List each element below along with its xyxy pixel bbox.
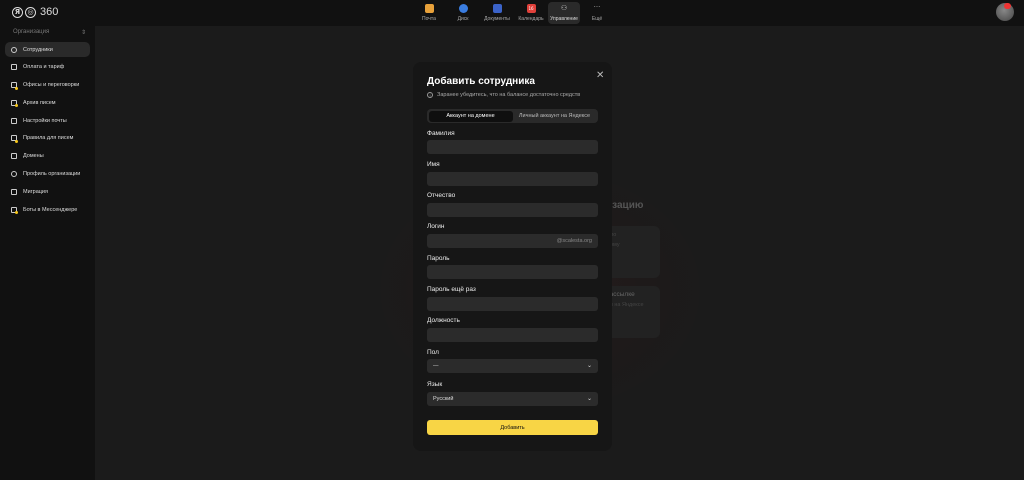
admin-app-icon: ⚇ (560, 4, 568, 12)
new-feature-dot (15, 139, 18, 143)
sidebar-item-label: Архив писем (23, 99, 56, 106)
sidebar-item-domains[interactable]: Домены (5, 149, 90, 164)
balance-hint-text: Заранее убедитесь, что на балансе достат… (437, 92, 581, 98)
mail-app-icon (424, 4, 434, 13)
sidebar-item-mail-rules[interactable]: Правила для писем (5, 131, 90, 146)
new-feature-dot (15, 211, 18, 215)
app-disk[interactable]: Диск (446, 2, 480, 24)
position-field[interactable] (427, 328, 598, 342)
app-calendar[interactable]: 16 Календарь (514, 2, 548, 24)
app-mail[interactable]: Почта (412, 2, 446, 24)
password-repeat-field[interactable] (427, 297, 598, 311)
app-more[interactable]: ··· Ещё (580, 2, 614, 24)
middle-name-label: Отчество (427, 192, 456, 199)
middle-name-field[interactable] (427, 203, 598, 217)
dialog-title: Добавить сотрудника (427, 76, 535, 87)
disk-app-icon (458, 4, 468, 13)
person-icon (11, 46, 17, 53)
documents-app-icon (492, 4, 502, 13)
sidebar-item-messenger-bots[interactable]: Боты в Мессенджере (5, 202, 90, 217)
info-icon: i (427, 92, 433, 98)
sidebar: Организация ⇕ Сотрудники Оплата и тариф … (0, 26, 95, 480)
sidebar-item-label: Оплата и тариф (23, 64, 65, 71)
sidebar-item-billing[interactable]: Оплата и тариф (5, 60, 90, 75)
gender-label: Пол (427, 349, 439, 356)
gender-select-value: — (433, 363, 439, 369)
sidebar-item-label: Сотрудники (23, 46, 53, 53)
new-feature-dot (15, 86, 18, 90)
last-name-label: Фамилия (427, 130, 455, 137)
add-employee-button[interactable]: Добавить (427, 420, 598, 435)
sidebar-item-label: Настройки почты (23, 117, 67, 124)
last-name-field[interactable] (427, 140, 598, 154)
app-documents-label: Документы (484, 16, 510, 22)
app-switcher: Почта Диск Документы 16 Календарь ⚇ Упра… (412, 2, 614, 24)
migration-icon (11, 188, 17, 195)
chevron-down-icon: ⌄ (586, 396, 592, 402)
password-label: Пароль (427, 255, 450, 262)
password-field[interactable] (427, 265, 598, 279)
yandex-360-logo[interactable]: Я ◎ 360 (12, 6, 58, 18)
chevron-down-icon: ⌄ (586, 363, 592, 369)
logo-mark-icon: ◎ (25, 6, 36, 18)
logo-text: 360 (40, 6, 59, 18)
sidebar-item-label: Боты в Мессенджере (23, 206, 78, 213)
language-select-value: Русский (433, 396, 454, 402)
position-label: Должность (427, 317, 460, 324)
sidebar-item-offices[interactable]: Офисы и переговорки (5, 78, 90, 93)
app-calendar-label: Календарь (518, 16, 544, 22)
first-name-field[interactable] (427, 172, 598, 186)
add-employee-dialog: Добавить сотрудника ✕ i Заранее убедитес… (413, 62, 612, 451)
grid-icon (11, 64, 17, 71)
password-repeat-label: Пароль ещё раз (427, 286, 476, 293)
login-domain-suffix: @scalesta.org (556, 238, 592, 244)
sidebar-item-label: Офисы и переговорки (23, 82, 80, 89)
language-label: Язык (427, 381, 443, 388)
app-more-label: Ещё (591, 16, 603, 22)
top-bar: Я ◎ 360 Почта Диск Документы 16 Календар… (0, 0, 1024, 26)
close-icon[interactable]: ✕ (596, 70, 604, 81)
app-admin-label: Управление (550, 16, 578, 22)
app-disk-label: Диск (457, 16, 469, 22)
sidebar-item-employees[interactable]: Сотрудники (5, 42, 90, 57)
language-select[interactable]: Русский ⌄ (427, 392, 598, 406)
sidebar-item-migration[interactable]: Миграция (5, 184, 90, 199)
segment-yandex-account[interactable]: Личный аккаунт на Яндексе (513, 111, 597, 122)
app-mail-label: Почта (422, 16, 436, 22)
account-type-switch: Аккаунт на домене Личный аккаунт на Янде… (427, 109, 598, 123)
sidebar-item-label: Домены (23, 153, 44, 160)
org-selector-label[interactable]: Организация (13, 29, 49, 35)
gender-select[interactable]: — ⌄ (427, 359, 598, 373)
login-label: Логин (427, 223, 445, 230)
sidebar-item-label: Миграция (23, 188, 48, 195)
domain-icon (11, 153, 17, 160)
segment-domain-account[interactable]: Аккаунт на домене (428, 110, 513, 122)
new-feature-dot (15, 104, 18, 108)
sidebar-item-mail-archive[interactable]: Архив писем (5, 95, 90, 110)
first-name-label: Имя (427, 161, 440, 168)
mail-settings-icon (11, 117, 17, 124)
calendar-day-badge: 16 (528, 6, 534, 11)
login-field[interactable]: @scalesta.org (427, 234, 598, 248)
sidebar-nav: Сотрудники Оплата и тариф Офисы и перего… (5, 42, 90, 220)
org-selector-chevron-icon[interactable]: ⇕ (81, 29, 86, 36)
more-dots-icon: ··· (593, 3, 601, 11)
sidebar-item-label: Правила для писем (23, 135, 74, 142)
logo-ya-icon: Я (12, 6, 23, 18)
app-documents[interactable]: Документы (480, 2, 514, 24)
calendar-app-icon: 16 (526, 4, 536, 13)
sidebar-item-label: Профиль организации (23, 171, 81, 178)
sidebar-item-org-profile[interactable]: Профиль организации (5, 167, 90, 182)
app-admin[interactable]: ⚇ Управление (548, 2, 580, 24)
sidebar-item-mail-settings[interactable]: Настройки почты (5, 113, 90, 128)
balance-hint: i Заранее убедитесь, что на балансе дост… (427, 92, 580, 98)
gear-icon (11, 171, 17, 178)
avatar-notification-badge (1004, 3, 1011, 9)
